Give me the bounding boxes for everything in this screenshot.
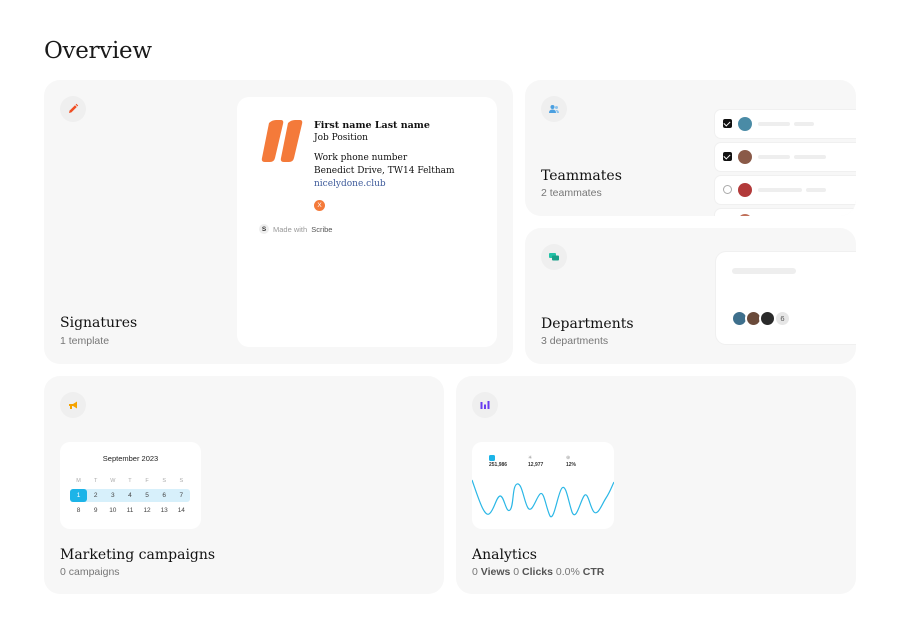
- views-label: Views: [480, 566, 511, 578]
- avatar-overflow-count: 6: [774, 310, 791, 327]
- departments-subtitle: 3 departments: [541, 335, 609, 347]
- users-icon: [541, 96, 567, 122]
- weekday-label: F: [145, 477, 149, 484]
- avatar: [738, 117, 752, 131]
- analytics-title: Analytics: [472, 547, 537, 563]
- teammate-row[interactable]: [715, 176, 856, 204]
- ctr-label: CTR: [582, 566, 605, 578]
- teammates-title: Teammates: [541, 168, 622, 184]
- made-with-prefix: Made with: [273, 224, 308, 234]
- analytics-card[interactable]: 251,986 ✳ 12,977 ⊕ 12% Analytics 0 Views…: [456, 376, 856, 594]
- calendar-day[interactable]: 6: [156, 492, 173, 499]
- ctr-value: 0.0%: [555, 566, 580, 578]
- calendar-day[interactable]: 10: [104, 507, 121, 514]
- checkbox-checked[interactable]: [723, 119, 732, 128]
- departments-title: Departments: [541, 316, 634, 332]
- signature-position: Job Position: [314, 133, 368, 143]
- calendar-day[interactable]: 9: [87, 507, 104, 514]
- signature-website-link[interactable]: nicelydone.club: [314, 178, 455, 191]
- page-title: Overview: [44, 38, 152, 64]
- calendar-day[interactable]: 2: [87, 492, 104, 499]
- marketing-subtitle: 0 campaigns: [60, 566, 120, 578]
- signature-phone: Work phone number: [314, 153, 408, 163]
- calendar-day[interactable]: 13: [156, 507, 173, 514]
- avatar: [738, 214, 752, 216]
- made-with-brand: Scribe: [311, 224, 333, 234]
- signatures-title: Signatures: [60, 315, 138, 331]
- weekday-label: S: [162, 477, 167, 484]
- weekday-label: T: [128, 477, 132, 484]
- chat-icon: [541, 244, 567, 270]
- teammate-row[interactable]: [715, 143, 856, 171]
- weekday-label: W: [110, 477, 116, 484]
- teammates-card[interactable]: Teammates 2 teammates: [525, 80, 856, 216]
- calendar-day[interactable]: 8: [70, 507, 87, 514]
- calendar-day[interactable]: 12: [139, 507, 156, 514]
- marketing-campaigns-card[interactable]: September 2023 M T W T F S S 1 2 3 4 5 6…: [44, 376, 444, 594]
- pen-icon: [60, 96, 86, 122]
- calendar-day[interactable]: 5: [139, 492, 156, 499]
- bar-chart-icon: [472, 392, 498, 418]
- calendar-day[interactable]: 11: [121, 507, 138, 514]
- clicks-label: Clicks: [522, 566, 553, 578]
- calendar-day[interactable]: 7: [173, 492, 190, 499]
- calendar-month: September 2023: [102, 454, 159, 463]
- analytics-summary: 0 Views 0 Clicks 0.0% CTR: [472, 566, 604, 578]
- calendar-day[interactable]: 14: [173, 507, 190, 514]
- signatures-card[interactable]: First name Last name Job Position Work p…: [44, 80, 513, 364]
- company-logo: [261, 120, 303, 162]
- avatar: [738, 150, 752, 164]
- signature-preview[interactable]: First name Last name Job Position Work p…: [237, 97, 497, 347]
- marketing-title: Marketing campaigns: [60, 547, 216, 563]
- teammate-row[interactable]: [715, 209, 856, 216]
- made-with-scribe: S Made with Scribe: [259, 224, 332, 234]
- checkbox-unchecked[interactable]: [723, 185, 732, 194]
- calendar-day-selected[interactable]: 1: [70, 489, 88, 502]
- megaphone-icon: [60, 392, 86, 418]
- signature-address: Benedict Drive, TW14 Feltham: [314, 166, 455, 176]
- signatures-subtitle: 1 template: [60, 335, 110, 347]
- weekday-label: M: [76, 477, 81, 484]
- calendar[interactable]: September 2023 M T W T F S S 1 2 3 4 5 6…: [60, 442, 201, 529]
- analytics-line-chart: [472, 479, 614, 518]
- analytics-series-line: [472, 479, 614, 518]
- departments-card[interactable]: 6 Departments 3 departments: [525, 228, 856, 364]
- teammate-row[interactable]: [715, 110, 856, 138]
- weekday-label: T: [94, 477, 98, 484]
- avatar: [738, 183, 752, 197]
- calendar-day[interactable]: 4: [121, 492, 138, 499]
- x-social-icon[interactable]: X: [314, 200, 325, 211]
- scribe-logo-icon: S: [259, 224, 269, 234]
- weekday-label: S: [179, 477, 184, 484]
- signature-name: First name Last name: [314, 120, 430, 131]
- analytics-preview: 251,986 ✳ 12,977 ⊕ 12%: [472, 442, 614, 529]
- departments-preview: 6: [716, 252, 856, 344]
- teammates-subtitle: 2 teammates: [541, 187, 602, 199]
- views-value: 0: [472, 566, 478, 578]
- calendar-day[interactable]: 3: [104, 492, 121, 499]
- checkbox-checked[interactable]: [723, 152, 732, 161]
- clicks-value: 0: [513, 566, 520, 578]
